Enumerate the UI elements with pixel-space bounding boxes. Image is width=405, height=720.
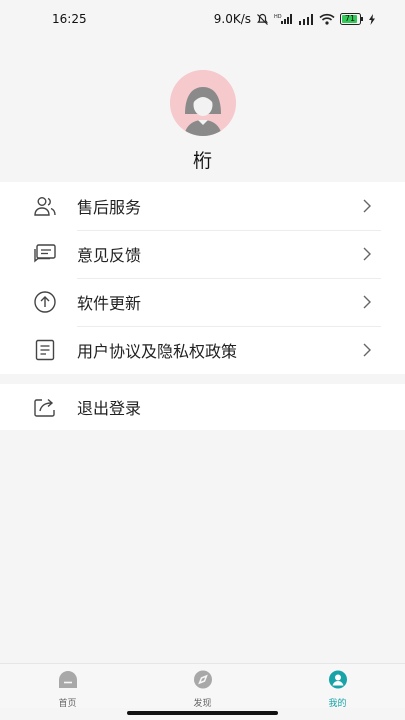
menu-item-software-update[interactable]: 软件更新 <box>0 278 405 326</box>
profile-header: 桁 <box>0 70 405 173</box>
chevron-right-icon <box>363 247 377 261</box>
tab-label: 发现 <box>193 699 212 709</box>
menu-item-user-agreement[interactable]: 用户协议及隐私权政策 <box>0 326 405 374</box>
tab-discover[interactable]: 发现 <box>135 664 270 709</box>
network-speed: 9.0K/s <box>213 12 251 26</box>
menu-list: 售后服务 意见反馈 软件更新 用户协议及隐私权政策 <box>0 182 405 374</box>
hd-signal-icon: HD <box>274 13 294 25</box>
document-icon <box>32 337 58 363</box>
profile-icon <box>328 670 348 693</box>
signal-icon <box>299 13 314 25</box>
chevron-right-icon <box>363 199 377 213</box>
battery-level: 71 <box>344 14 356 23</box>
chevron-right-icon <box>363 295 377 309</box>
menu-item-after-sales[interactable]: 售后服务 <box>0 182 405 230</box>
wifi-icon <box>319 13 335 25</box>
feedback-icon <box>32 241 58 267</box>
tab-label: 我的 <box>328 699 347 709</box>
charging-icon <box>369 13 375 25</box>
logout-button[interactable]: 退出登录 <box>0 384 405 430</box>
bottom-tab-bar: 首页 发现 我的 <box>0 663 405 709</box>
menu-item-label: 售后服务 <box>77 198 142 217</box>
tab-mine[interactable]: 我的 <box>270 664 405 709</box>
username: 桁 <box>192 150 212 172</box>
tab-home[interactable]: 首页 <box>0 664 135 709</box>
avatar[interactable] <box>169 70 236 136</box>
home-indicator[interactable] <box>127 711 278 715</box>
menu-item-label: 用户协议及隐私权政策 <box>77 342 238 361</box>
upload-icon <box>32 289 58 315</box>
tab-label: 首页 <box>58 699 77 709</box>
home-icon <box>57 670 79 693</box>
compass-icon <box>193 670 213 693</box>
chevron-right-icon <box>363 343 377 357</box>
user-avatar-icon <box>169 70 236 136</box>
status-time: 16:25 <box>52 12 87 26</box>
people-icon <box>32 193 58 219</box>
status-bar: 16:25 9.0K/s HD 71 <box>0 0 405 38</box>
mute-icon <box>256 13 269 26</box>
menu-item-feedback[interactable]: 意见反馈 <box>0 230 405 278</box>
share-icon <box>32 394 58 420</box>
battery-icon: 71 <box>340 13 364 25</box>
menu-item-label: 软件更新 <box>77 294 142 313</box>
logout-label: 退出登录 <box>77 399 142 418</box>
menu-item-label: 意见反馈 <box>77 246 142 265</box>
status-icons: 9.0K/s HD 71 <box>214 12 375 26</box>
svg-text:HD: HD <box>274 14 282 20</box>
